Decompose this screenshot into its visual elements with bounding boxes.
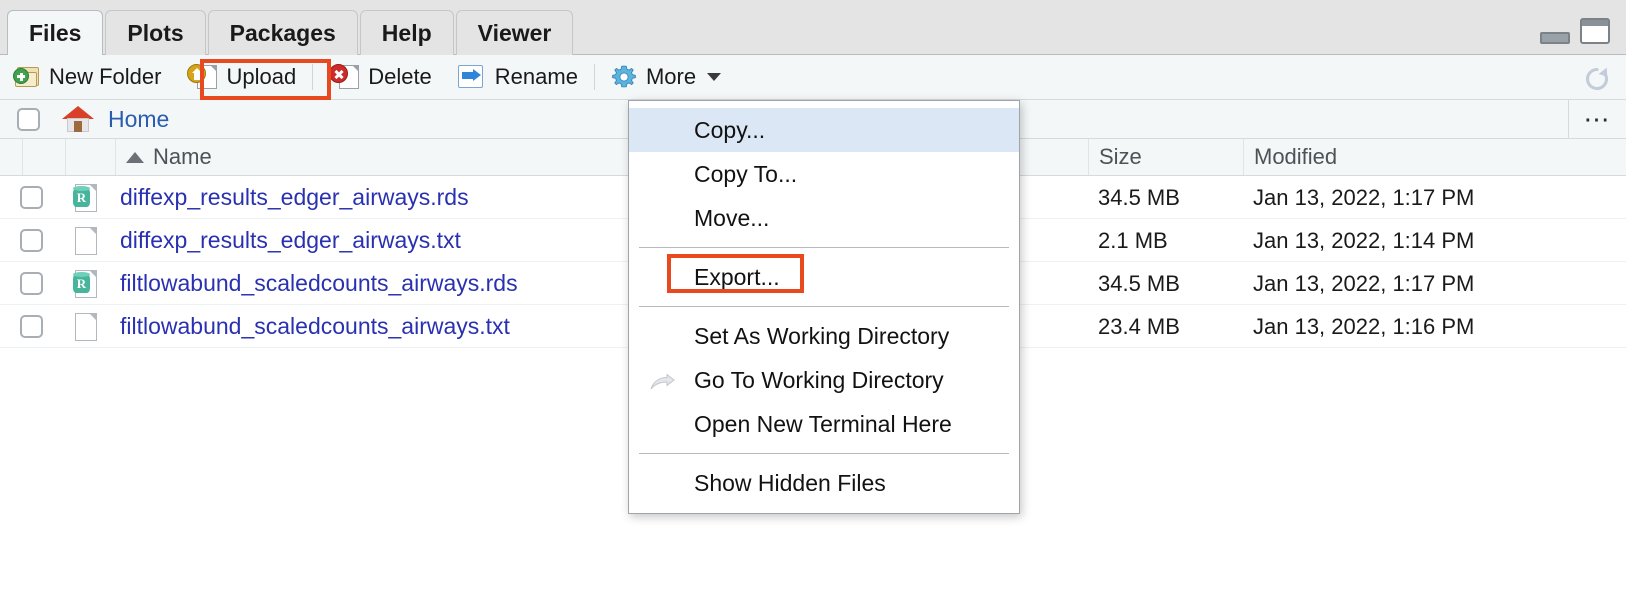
more-label: More bbox=[646, 66, 696, 88]
toolbar-divider bbox=[312, 64, 313, 90]
delete-label: Delete bbox=[368, 66, 432, 88]
file-modified: Jan 13, 2022, 1:17 PM bbox=[1253, 176, 1474, 219]
file-modified: Jan 13, 2022, 1:17 PM bbox=[1253, 262, 1474, 305]
tab-viewer-label: Viewer bbox=[478, 20, 552, 47]
rds-file-icon-letter: R bbox=[73, 274, 90, 293]
pane-tab-bar: Files Plots Packages Help Viewer bbox=[0, 0, 1626, 55]
upload-label: Upload bbox=[226, 66, 296, 88]
delete-button[interactable]: Delete bbox=[316, 55, 445, 100]
tab-plots-label: Plots bbox=[127, 20, 183, 47]
menu-item-open-new-terminal-here-label: Open New Terminal Here bbox=[694, 411, 952, 438]
breadcrumb-overflow-button[interactable]: ⋯ bbox=[1568, 100, 1626, 138]
files-toolbar: New Folder Upload Delete Rename bbox=[0, 55, 1626, 100]
file-size: 34.5 MB bbox=[1098, 262, 1180, 305]
menu-item-open-new-terminal-here[interactable]: Open New Terminal Here bbox=[629, 402, 1019, 446]
tab-help-label: Help bbox=[382, 20, 432, 47]
column-header-size[interactable]: Size bbox=[1088, 139, 1243, 175]
window-controls bbox=[1540, 18, 1610, 44]
file-size: 2.1 MB bbox=[1098, 219, 1168, 262]
rds-file-icon-letter: R bbox=[73, 188, 90, 207]
column-header-modified-label: Modified bbox=[1254, 144, 1337, 170]
rename-icon bbox=[458, 64, 486, 90]
file-size: 34.5 MB bbox=[1098, 176, 1180, 219]
tab-packages[interactable]: Packages bbox=[208, 10, 358, 55]
file-modified: Jan 13, 2022, 1:16 PM bbox=[1253, 305, 1474, 348]
go-to-arrow-icon bbox=[649, 371, 675, 389]
select-all-checkbox[interactable] bbox=[17, 108, 40, 131]
tab-plots[interactable]: Plots bbox=[105, 10, 205, 55]
column-header-modified[interactable]: Modified bbox=[1243, 139, 1626, 175]
menu-item-export-label: Export... bbox=[694, 264, 780, 291]
delete-icon bbox=[329, 64, 359, 90]
column-header-size-label: Size bbox=[1099, 144, 1142, 170]
gear-icon bbox=[611, 64, 637, 90]
upload-button[interactable]: Upload bbox=[174, 55, 309, 100]
menu-item-export[interactable]: Export... bbox=[629, 255, 1019, 299]
menu-item-show-hidden-files-label: Show Hidden Files bbox=[694, 470, 886, 497]
tab-help[interactable]: Help bbox=[360, 10, 454, 55]
row-checkbox[interactable] bbox=[20, 272, 43, 295]
menu-item-go-to-working-directory[interactable]: Go To Working Directory bbox=[629, 358, 1019, 402]
menu-item-set-as-working-directory-label: Set As Working Directory bbox=[694, 323, 949, 350]
text-file-icon bbox=[73, 227, 99, 255]
rds-file-icon: R bbox=[73, 184, 99, 212]
menu-item-move-label: Move... bbox=[694, 205, 769, 232]
column-header-icon bbox=[65, 139, 115, 175]
file-name-link[interactable]: filtlowabund_scaledcounts_airways.txt bbox=[120, 305, 510, 348]
tab-list: Files Plots Packages Help Viewer bbox=[7, 10, 575, 55]
rename-label: Rename bbox=[495, 66, 578, 88]
minimize-pane-icon[interactable] bbox=[1540, 32, 1570, 44]
tab-packages-label: Packages bbox=[230, 20, 336, 47]
more-dropdown-menu: Copy... Copy To... Move... Export... Set… bbox=[628, 100, 1020, 514]
sort-ascending-icon bbox=[126, 152, 144, 163]
chevron-down-icon bbox=[707, 73, 721, 81]
column-header-checkbox bbox=[22, 139, 65, 175]
tab-viewer[interactable]: Viewer bbox=[456, 10, 574, 55]
new-folder-icon bbox=[13, 65, 40, 89]
menu-separator bbox=[639, 247, 1009, 248]
rstudio-files-pane: Files Plots Packages Help Viewer New Fol… bbox=[0, 0, 1626, 606]
file-name-link[interactable]: diffexp_results_edger_airways.txt bbox=[120, 219, 461, 262]
upload-icon bbox=[187, 64, 217, 90]
column-header-name-label: Name bbox=[153, 144, 212, 170]
home-icon bbox=[62, 106, 94, 133]
menu-item-copy-to-label: Copy To... bbox=[694, 161, 797, 188]
maximize-pane-icon[interactable] bbox=[1580, 18, 1610, 44]
menu-item-copy[interactable]: Copy... bbox=[629, 108, 1019, 152]
file-modified: Jan 13, 2022, 1:14 PM bbox=[1253, 219, 1474, 262]
ellipsis-icon: ⋯ bbox=[1584, 114, 1612, 124]
refresh-icon[interactable] bbox=[1582, 64, 1612, 94]
file-size: 23.4 MB bbox=[1098, 305, 1180, 348]
toolbar-divider-2 bbox=[594, 64, 595, 90]
menu-separator bbox=[639, 453, 1009, 454]
breadcrumb-item-home[interactable]: Home bbox=[108, 106, 169, 133]
new-folder-button[interactable]: New Folder bbox=[0, 55, 174, 100]
tab-files[interactable]: Files bbox=[7, 10, 103, 55]
file-name-link[interactable]: diffexp_results_edger_airways.rds bbox=[120, 176, 469, 219]
rename-button[interactable]: Rename bbox=[445, 55, 591, 100]
text-file-icon bbox=[73, 313, 99, 341]
row-checkbox[interactable] bbox=[20, 186, 43, 209]
rds-file-icon: R bbox=[73, 270, 99, 298]
menu-item-set-as-working-directory[interactable]: Set As Working Directory bbox=[629, 314, 1019, 358]
menu-item-copy-label: Copy... bbox=[694, 117, 765, 144]
menu-separator bbox=[639, 306, 1009, 307]
menu-item-show-hidden-files[interactable]: Show Hidden Files bbox=[629, 461, 1019, 505]
tab-files-label: Files bbox=[29, 20, 81, 47]
menu-item-copy-to[interactable]: Copy To... bbox=[629, 152, 1019, 196]
row-checkbox[interactable] bbox=[20, 229, 43, 252]
menu-item-go-to-working-directory-label: Go To Working Directory bbox=[694, 367, 944, 394]
row-checkbox[interactable] bbox=[20, 315, 43, 338]
new-folder-label: New Folder bbox=[49, 66, 161, 88]
file-name-link[interactable]: filtlowabund_scaledcounts_airways.rds bbox=[120, 262, 518, 305]
more-menu-button[interactable]: More bbox=[598, 55, 734, 100]
menu-item-move[interactable]: Move... bbox=[629, 196, 1019, 240]
